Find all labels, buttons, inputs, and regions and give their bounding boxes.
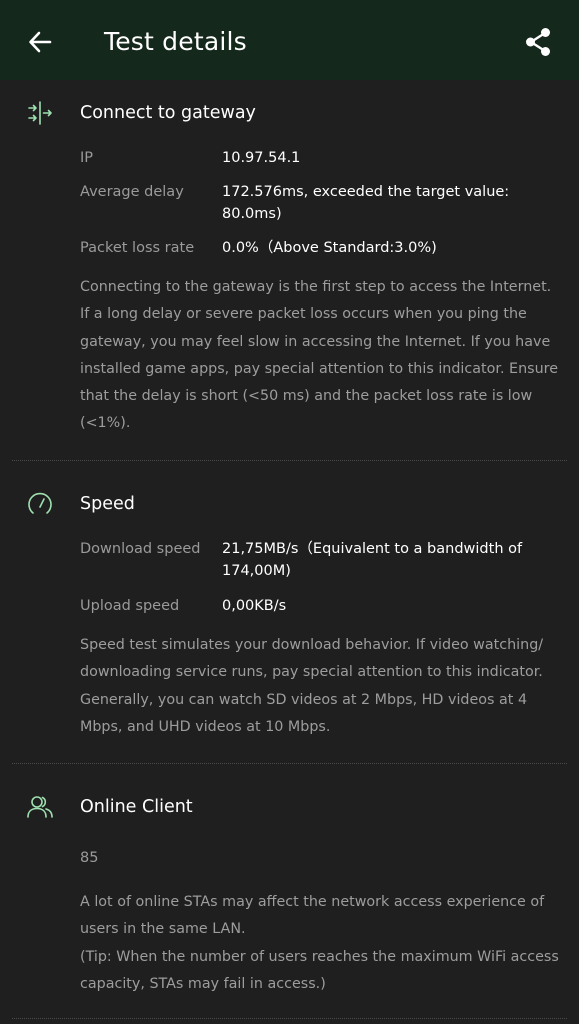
- ip-value: 10.97.54.1: [222, 150, 301, 166]
- upload-speed-value: 0,00KB/s: [222, 598, 287, 614]
- gateway-title: Connect to gateway: [80, 103, 256, 123]
- divider: [12, 763, 567, 764]
- online-client-title: Online Client: [80, 797, 193, 817]
- speed-description: Speed test simulates your download behav…: [80, 637, 544, 735]
- gateway-description: Connecting to the gateway is the first s…: [80, 279, 558, 432]
- share-icon: [526, 28, 550, 56]
- average-delay-label: Average delay: [80, 184, 184, 200]
- share-button[interactable]: [518, 22, 558, 62]
- speedometer-icon: [24, 488, 56, 520]
- online-client-tip: (Tip: When the number of users reaches t…: [80, 949, 559, 993]
- arrow-left-icon: [29, 31, 52, 53]
- speed-title: Speed: [80, 494, 135, 514]
- download-speed-value: 21,75MB/s（Equivalent to a bandwidth of 1…: [222, 541, 523, 579]
- packet-loss-value: 0.0%（Above Standard:3.0%): [222, 240, 437, 256]
- connect-gateway-icon: [24, 97, 56, 129]
- download-speed-label: Download speed: [80, 541, 201, 557]
- online-client-description: A lot of online STAs may affect the netw…: [80, 894, 545, 938]
- page-title: Test details: [104, 27, 247, 56]
- client-count-value: 85: [80, 850, 99, 866]
- packet-loss-label: Packet loss rate: [80, 240, 195, 256]
- divider: [12, 460, 567, 461]
- users-icon: [24, 791, 56, 823]
- ip-label: IP: [80, 150, 94, 166]
- upload-speed-label: Upload speed: [80, 598, 180, 614]
- average-delay-value: 172.576ms, exceeded the target value: 80…: [222, 184, 510, 222]
- back-button[interactable]: [22, 24, 58, 60]
- app-bar: Test details: [0, 0, 579, 80]
- divider: [12, 1018, 567, 1019]
